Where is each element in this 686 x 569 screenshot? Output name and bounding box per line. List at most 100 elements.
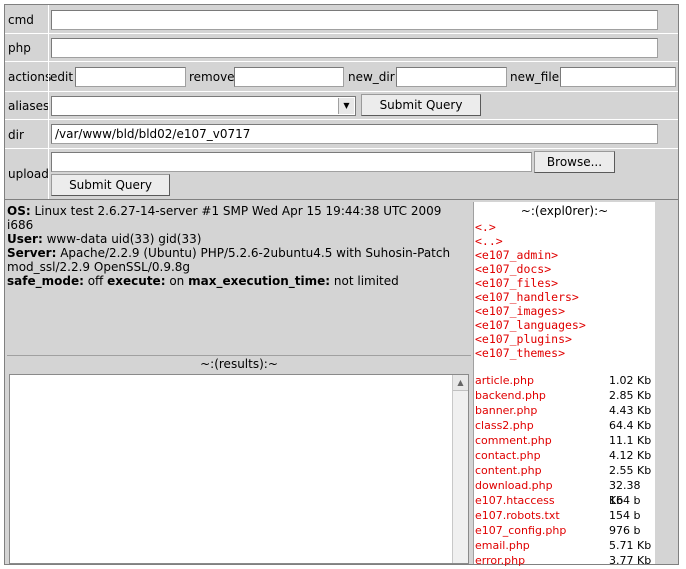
aliases-select[interactable]: ▼ (51, 96, 356, 116)
results-textarea[interactable]: ▲ (9, 374, 469, 564)
file-row: backend.php 2.85 Kb (475, 388, 655, 403)
file-link[interactable]: error.php (475, 553, 525, 568)
file-size: 64.4 Kb (609, 419, 652, 432)
file-link[interactable]: article.php (475, 373, 534, 388)
file-link[interactable]: e107.robots.txt (475, 508, 560, 523)
upload-label: upload (8, 167, 49, 181)
max-exec-value: not limited (333, 274, 399, 288)
file-row: e107.robots.txt 154 b (475, 508, 655, 523)
php-input[interactable] (51, 38, 658, 58)
file-row: contact.php 4.12 Kb (475, 448, 655, 463)
os-value: Linux test 2.6.27-14-server #1 SMP Wed A… (7, 204, 442, 232)
system-info: OS: Linux test 2.6.27-14-server #1 SMP W… (7, 204, 471, 354)
file-link[interactable]: e107.htaccess (475, 493, 555, 508)
actions-label: actions (8, 70, 52, 84)
directory-link[interactable]: <e107_admin> (475, 248, 586, 262)
file-row: class2.php 64.4 Kb (475, 418, 655, 433)
file-row: comment.php 11.1 Kb (475, 433, 655, 448)
new-dir-label: new_dir (348, 70, 395, 84)
cmd-input[interactable] (51, 10, 658, 30)
file-row: e107_config.php 976 b (475, 523, 655, 538)
directory-link[interactable]: <.> (475, 220, 586, 234)
directory-link[interactable]: <e107_handlers> (475, 290, 586, 304)
user-label: User: (7, 232, 43, 246)
aliases-submit-button[interactable]: Submit Query (361, 94, 481, 116)
separator (48, 120, 49, 148)
file-size: 154 b (609, 509, 641, 522)
directory-link[interactable]: <e107_files> (475, 276, 586, 290)
actions-row: actions edit remove new_dir new_file (5, 62, 678, 92)
file-list: article.php 1.02 Kb backend.php 2.85 Kb bann… (475, 373, 655, 568)
chevron-down-icon[interactable]: ▼ (338, 98, 354, 114)
directory-link[interactable]: <e107_themes> (475, 346, 586, 360)
file-link[interactable]: class2.php (475, 418, 534, 433)
upload-row: upload Browse... Submit Query (5, 149, 678, 200)
new-dir-input[interactable] (396, 67, 507, 87)
file-size: 2.85 Kb (609, 389, 652, 402)
max-exec-label: max_execution_time: (188, 274, 331, 288)
remove-input[interactable] (234, 67, 344, 87)
upload-submit-button[interactable]: Submit Query (51, 174, 170, 196)
file-link[interactable]: comment.php (475, 433, 552, 448)
file-size: 2.55 Kb (609, 464, 652, 477)
new-file-label: new_file (510, 70, 560, 84)
file-link[interactable]: contact.php (475, 448, 541, 463)
results-scrollbar[interactable]: ▲ (452, 375, 468, 563)
results-title: ~:(results):~ (7, 355, 471, 373)
upload-file-input[interactable] (51, 152, 532, 172)
edit-input[interactable] (75, 67, 186, 87)
file-link[interactable]: download.php (475, 478, 553, 493)
file-link[interactable]: banner.php (475, 403, 537, 418)
separator (48, 92, 49, 119)
execute-label: execute: (107, 274, 166, 288)
explorer-title: ~:(expl0rer):~ (520, 204, 609, 218)
directory-link[interactable]: <e107_languages> (475, 318, 586, 332)
separator (48, 149, 49, 199)
os-label: OS: (7, 204, 31, 218)
directory-list: <.> <..> <e107_admin> <e107_docs> <e107_file… (475, 220, 586, 360)
file-size: 976 b (609, 524, 641, 537)
directory-link[interactable]: <..> (475, 234, 586, 248)
file-size: 4.12 Kb (609, 449, 652, 462)
file-size: 4.43 Kb (609, 404, 652, 417)
file-size: 11.1 Kb (609, 434, 652, 447)
execute-value: on (169, 274, 185, 288)
edit-label: edit (50, 70, 74, 84)
file-link[interactable]: e107_config.php (475, 523, 566, 538)
file-row: content.php 2.55 Kb (475, 463, 655, 478)
aliases-row: aliases ▼ Submit Query (5, 92, 678, 120)
php-label: php (8, 41, 31, 55)
directory-link[interactable]: <e107_images> (475, 304, 586, 318)
user-value: www-data uid(33) gid(33) (46, 232, 202, 246)
dir-label: dir (8, 128, 24, 142)
file-row: download.php 32.38 Kb (475, 478, 655, 507)
explorer-panel: ~:(expl0rer):~ <.> <..> <e107_admin> <e107_… (473, 202, 655, 567)
file-size: 1.02 Kb (609, 374, 652, 387)
file-link[interactable]: backend.php (475, 388, 546, 403)
file-row: banner.php 4.43 Kb (475, 403, 655, 418)
scroll-up-icon[interactable]: ▲ (453, 375, 468, 391)
separator (48, 62, 49, 91)
cmd-label: cmd (8, 13, 34, 27)
new-file-input[interactable] (560, 67, 676, 87)
browse-button[interactable]: Browse... (534, 151, 615, 173)
directory-link[interactable]: <e107_docs> (475, 262, 586, 276)
dir-input[interactable] (51, 124, 658, 144)
file-size: 3.77 Kb (609, 554, 652, 567)
file-link[interactable]: email.php (475, 538, 530, 553)
file-row: email.php 5.71 Kb (475, 538, 655, 553)
php-row: php (5, 34, 678, 62)
file-link[interactable]: content.php (475, 463, 542, 478)
shell-frame: cmd php actions edit remove new_dir new_… (4, 4, 679, 567)
server-value: Apache/2.2.9 (Ubuntu) PHP/5.2.6-2ubuntu4… (7, 246, 451, 274)
directory-link[interactable]: <e107_plugins> (475, 332, 586, 346)
dir-row: dir (5, 120, 678, 149)
file-row: article.php 1.02 Kb (475, 373, 655, 388)
remove-label: remove (189, 70, 235, 84)
separator (48, 5, 49, 33)
separator (48, 34, 49, 61)
file-row: e107.htaccess 164 b (475, 493, 655, 508)
cmd-row: cmd (5, 5, 678, 34)
file-size: 5.71 Kb (609, 539, 652, 552)
file-size: 164 b (609, 494, 641, 507)
